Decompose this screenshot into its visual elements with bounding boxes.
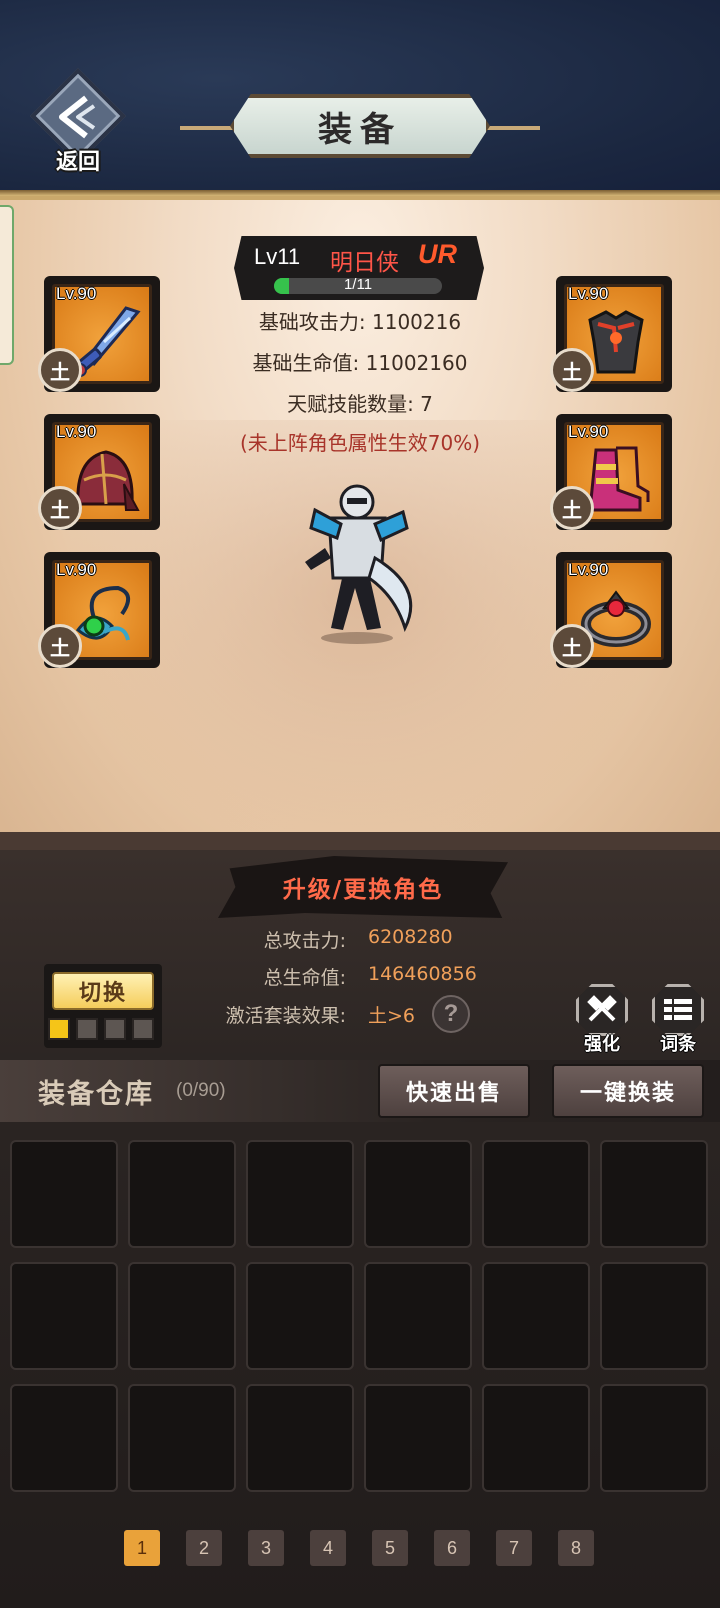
storage-cell[interactable]: [246, 1262, 354, 1370]
upgrade-change-character-button[interactable]: 升级/更换角色: [218, 856, 508, 918]
page-button[interactable]: 2: [186, 1530, 222, 1566]
storage-cell[interactable]: [128, 1262, 236, 1370]
list-icon: [664, 999, 692, 1020]
pagination: 12345678: [124, 1530, 594, 1566]
quick-sell-label: 快速出售: [405, 1080, 502, 1106]
switch-button[interactable]: 切换: [52, 972, 154, 1010]
element-badge: 土: [38, 486, 82, 530]
slot-level: Lv.90: [568, 422, 609, 441]
equip-slot-weapon[interactable]: Lv.90 土: [38, 276, 160, 392]
page-button[interactable]: 8: [558, 1530, 594, 1566]
storage-count: (0/90): [176, 1080, 226, 1101]
storage-title: 装备仓库: [38, 1079, 154, 1110]
base-hp-stat: 基础生命值: 11002160: [252, 351, 468, 375]
loadout-dot[interactable]: [76, 1018, 98, 1040]
loadout-dot[interactable]: [132, 1018, 154, 1040]
character-level: Lv11: [254, 244, 301, 269]
page-title-plate: 装备: [180, 92, 540, 164]
equip-slot-boots[interactable]: Lv.90 土: [550, 414, 672, 530]
back-label: 返回: [55, 150, 100, 175]
inactive-hint: (未上阵角色属性生效70%): [239, 431, 481, 455]
equip-slot-armor[interactable]: Lv.90 土: [550, 276, 672, 392]
hammer-icon: [587, 995, 617, 1022]
storage-grid: [10, 1140, 710, 1492]
title-frame: 装备: [230, 94, 490, 158]
equip-slot-helmet[interactable]: Lv.90 土: [38, 414, 160, 530]
hero-character-sprite: [305, 484, 413, 644]
page-title: 装备: [318, 109, 402, 150]
slot-level: Lv.90: [568, 560, 609, 579]
total-attack-value: 6208280: [368, 926, 453, 948]
slot-level: Lv.90: [568, 284, 609, 303]
total-attack-label: 总攻击力:: [263, 930, 346, 952]
page-button[interactable]: 4: [310, 1530, 346, 1566]
set-effect-value: 土>6: [368, 1005, 416, 1027]
page-button[interactable]: 6: [434, 1530, 470, 1566]
slot-level: Lv.90: [56, 560, 97, 579]
storage-cell[interactable]: [364, 1140, 472, 1248]
equip-slot-ring[interactable]: Lv.90 土: [550, 552, 672, 668]
help-icon[interactable]: ?: [432, 995, 470, 1033]
storage-cell[interactable]: [128, 1140, 236, 1248]
loadout-dot[interactable]: [48, 1018, 70, 1040]
enhance-label: 强化: [584, 1034, 620, 1055]
page-button[interactable]: 1: [124, 1530, 160, 1566]
quick-sell-button[interactable]: 快速出售: [378, 1064, 530, 1118]
equip-slot-amulet[interactable]: Lv.90 土: [38, 552, 160, 668]
element-badge: 土: [38, 624, 82, 668]
storage-cell[interactable]: [10, 1384, 118, 1492]
one-click-equip-button[interactable]: 一键换装: [552, 1064, 704, 1118]
total-hp-label: 总生命值:: [263, 967, 346, 989]
storage-cell[interactable]: [600, 1262, 708, 1370]
storage-cell[interactable]: [10, 1140, 118, 1248]
storage-cell[interactable]: [482, 1262, 590, 1370]
page-button[interactable]: 3: [248, 1530, 284, 1566]
back-arrow-icon: [59, 95, 96, 139]
slot-level: Lv.90: [56, 284, 97, 303]
back-button[interactable]: 返回: [29, 67, 127, 178]
storage-cell[interactable]: [364, 1262, 472, 1370]
storage-cell[interactable]: [482, 1140, 590, 1248]
page-button[interactable]: 5: [372, 1530, 408, 1566]
storage-cell[interactable]: [10, 1262, 118, 1370]
element-badge: 土: [550, 486, 594, 530]
upgrade-button-label: 升级/更换角色: [282, 876, 444, 903]
total-hp-value: 146460856: [368, 963, 477, 985]
character-name: 明日侠: [330, 250, 399, 276]
loadout-dot[interactable]: [104, 1018, 126, 1040]
switch-label: 切换: [78, 980, 127, 1006]
storage-cell[interactable]: [246, 1384, 354, 1492]
character-info-panel: Lv11 明日侠 UR 1/11: [234, 236, 484, 300]
storage-cell[interactable]: [364, 1384, 472, 1492]
element-badge: 土: [550, 624, 594, 668]
storage-cell[interactable]: [600, 1140, 708, 1248]
slot-level: Lv.90: [56, 422, 97, 441]
storage-cell[interactable]: [246, 1140, 354, 1248]
side-tab[interactable]: [0, 205, 14, 365]
base-attack-stat: 基础攻击力: 1100216: [258, 310, 462, 334]
element-badge: 土: [38, 348, 82, 392]
set-effect-label: 激活套装效果:: [225, 1005, 346, 1027]
character-rank-badge: UR: [418, 239, 457, 269]
element-badge: 土: [550, 348, 594, 392]
enhance-button[interactable]: 强化: [572, 984, 632, 1064]
storage-cell[interactable]: [482, 1384, 590, 1492]
affix-label: 词条: [660, 1034, 696, 1055]
loadout-switch: 切换: [44, 964, 162, 1048]
storage-cell[interactable]: [128, 1384, 236, 1492]
affix-button[interactable]: 词条: [648, 984, 708, 1064]
talent-count-stat: 天赋技能数量: 7: [287, 392, 433, 416]
page-button[interactable]: 7: [496, 1530, 532, 1566]
level-progress-text: 1/11: [343, 276, 373, 293]
storage-cell[interactable]: [600, 1384, 708, 1492]
one-click-equip-label: 一键换装: [579, 1080, 676, 1106]
